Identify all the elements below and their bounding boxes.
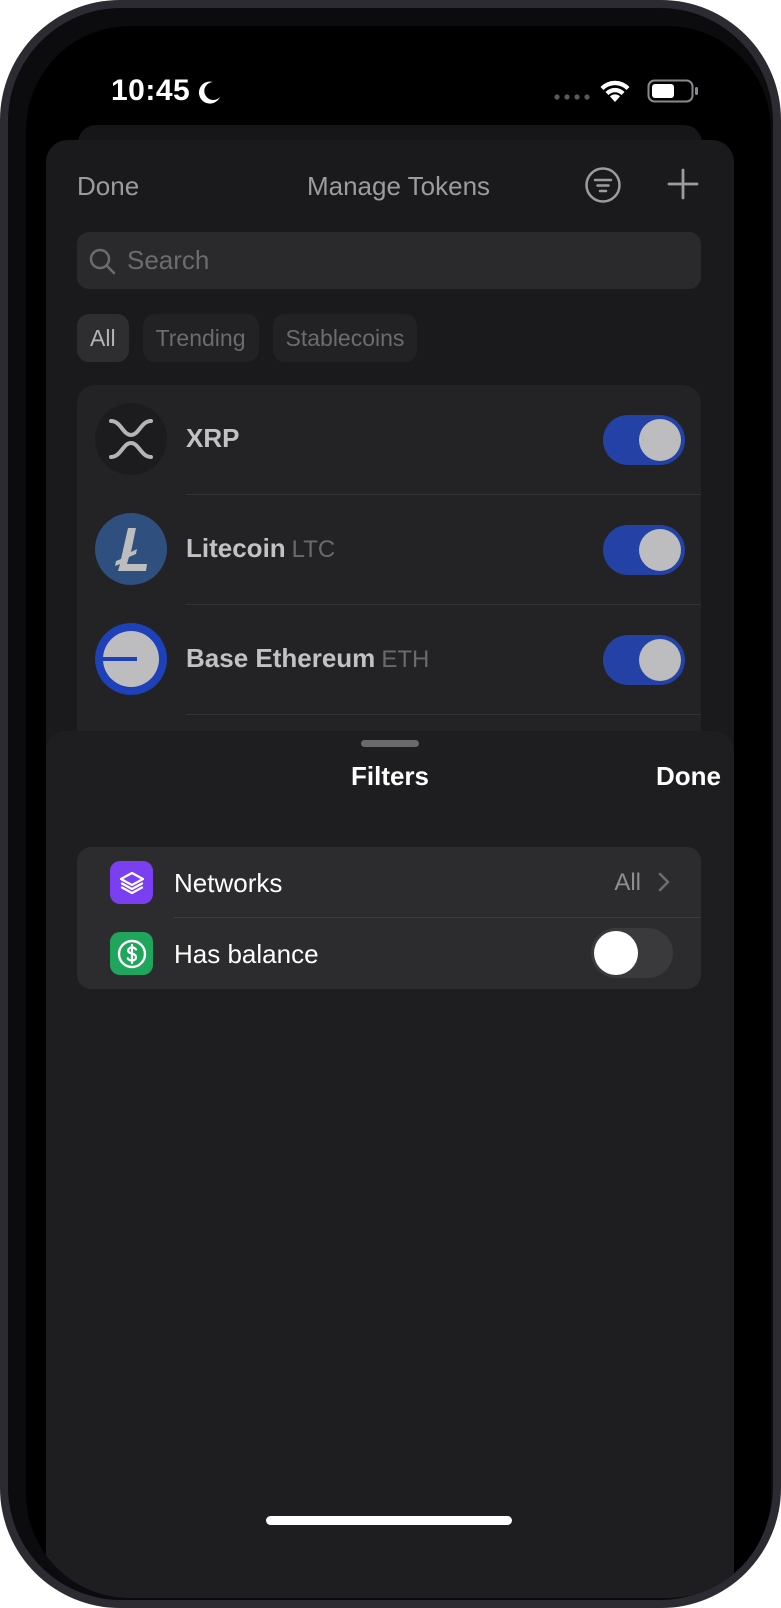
filter-row-has-balance[interactable]: Has balance xyxy=(77,918,701,989)
token-toggle-base-ethereum[interactable] xyxy=(603,635,685,685)
token-symbol: LTC xyxy=(291,536,336,563)
token-name: Base Ethereum ETH xyxy=(186,643,429,674)
sheet-grabber[interactable] xyxy=(361,740,419,747)
token-toggle-xrp[interactable] xyxy=(603,415,685,465)
litecoin-logo-icon xyxy=(95,513,167,585)
token-row-xrp[interactable]: XRP xyxy=(77,385,701,495)
moon-icon xyxy=(198,81,220,104)
token-row-litecoin[interactable]: Litecoin LTC xyxy=(77,495,701,605)
cellular-signal-icon xyxy=(554,94,590,100)
wifi-icon xyxy=(600,80,630,102)
toggle-knob xyxy=(639,639,681,681)
chip-stablecoins[interactable]: Stablecoins xyxy=(272,314,418,362)
filters-done-button[interactable]: Done xyxy=(656,761,721,792)
filter-value: All xyxy=(614,869,641,896)
search-icon xyxy=(89,248,116,274)
toggle-knob xyxy=(639,529,681,571)
has-balance-toggle[interactable] xyxy=(591,928,673,978)
sheet-title: Filters xyxy=(350,761,430,791)
xrp-logo-icon xyxy=(95,403,167,475)
token-name-text: Base Ethereum xyxy=(186,643,376,673)
chip-trending[interactable]: Trending xyxy=(142,314,259,362)
status-time: 10:45 xyxy=(111,74,191,107)
screen: 10:45 Done Manage Tokens Search All Tren… xyxy=(26,26,771,1598)
dollar-icon xyxy=(110,932,153,975)
search-input[interactable] xyxy=(127,245,627,276)
filter-icon[interactable] xyxy=(584,166,622,204)
search-bar[interactable] xyxy=(77,232,701,289)
token-name-text: Litecoin xyxy=(186,533,286,563)
row-divider xyxy=(186,714,701,715)
filter-label: Networks xyxy=(174,868,283,898)
token-list: XRP Litecoin LTC Base Ethereum ETH xyxy=(77,385,701,745)
token-row-base-ethereum[interactable]: Base Ethereum ETH xyxy=(77,605,701,715)
token-name: XRP xyxy=(186,423,239,454)
filter-options-group: Networks All Has balance xyxy=(77,847,701,989)
base-logo-icon xyxy=(95,623,167,695)
toggle-knob xyxy=(639,419,681,461)
battery-icon xyxy=(647,79,698,103)
device-bezel: 10:45 Done Manage Tokens Search All Tren… xyxy=(8,8,773,1600)
layers-icon xyxy=(110,861,153,904)
filter-row-networks[interactable]: Networks All xyxy=(77,847,701,918)
token-name-text: XRP xyxy=(186,423,240,453)
filter-label: Has balance xyxy=(174,939,319,969)
token-name: Litecoin LTC xyxy=(186,533,335,564)
device-frame: 10:45 Done Manage Tokens Search All Tren… xyxy=(0,0,781,1608)
page-title: Manage Tokens xyxy=(306,171,491,201)
home-indicator[interactable] xyxy=(266,1516,512,1525)
filters-sheet: Filters Done Networks All Has balance xyxy=(46,731,734,1598)
token-toggle-litecoin[interactable] xyxy=(603,525,685,575)
plus-icon[interactable] xyxy=(666,167,700,201)
category-chips: All Trending Stablecoins xyxy=(77,314,418,362)
chevron-right-icon xyxy=(658,872,670,892)
toggle-knob xyxy=(594,931,638,975)
token-symbol: ETH xyxy=(381,646,430,673)
chip-all[interactable]: All xyxy=(77,314,129,362)
